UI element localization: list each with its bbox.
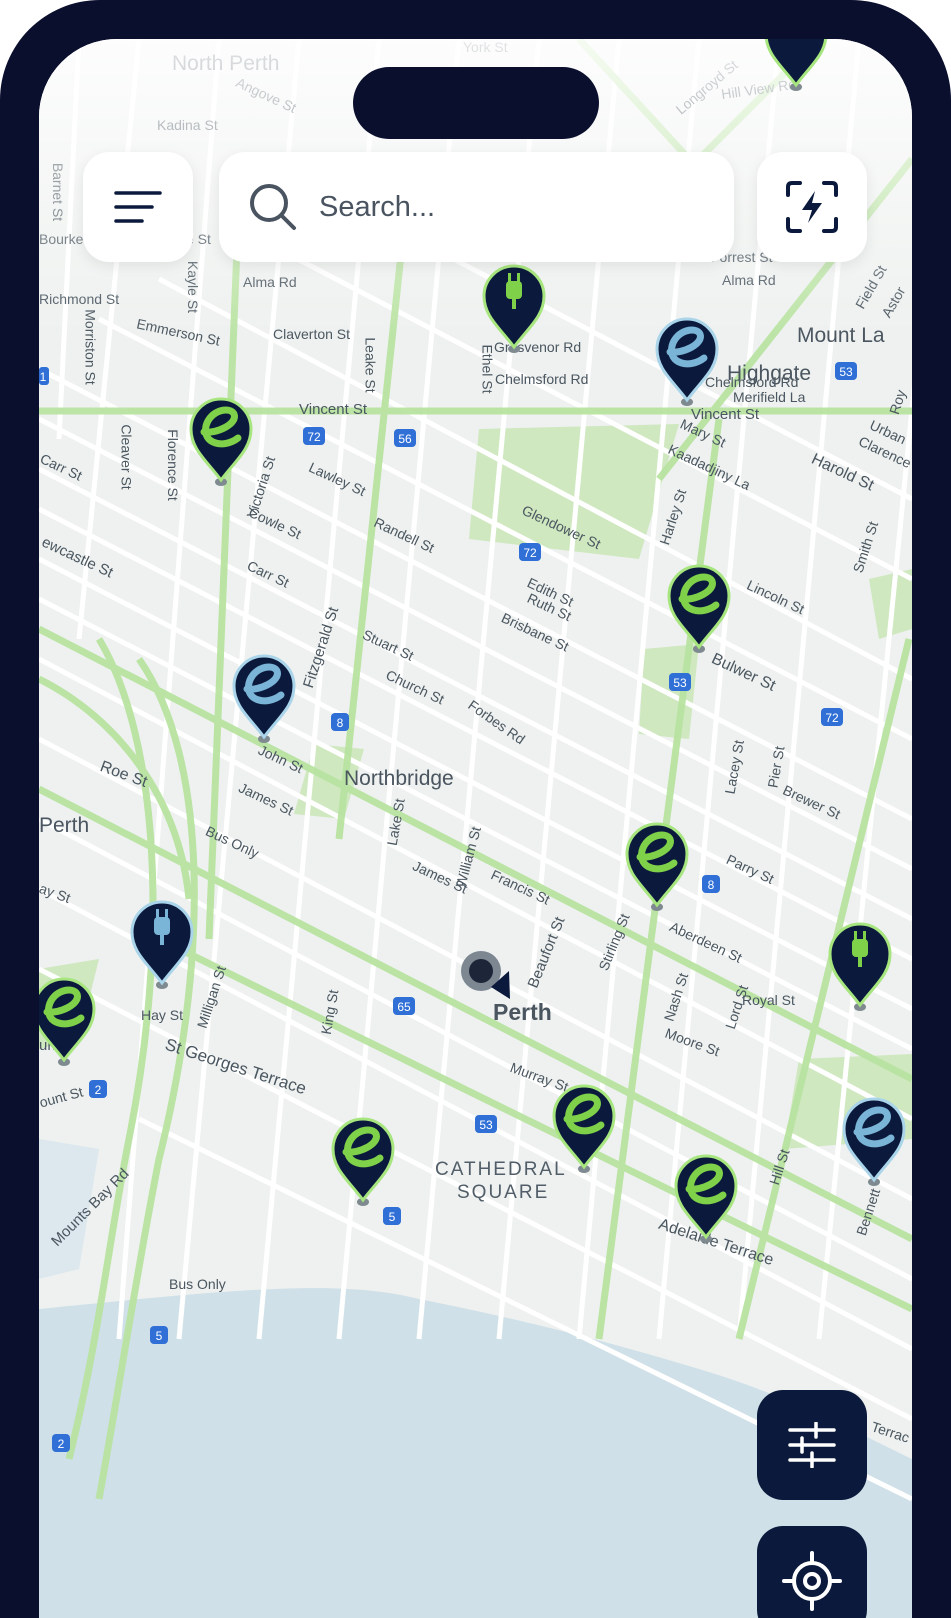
phone-frame: 72 56 72 53 53 72 8 8 65 53 5 5 2 2 1 No… xyxy=(0,0,951,1618)
charger-pin-e-green[interactable] xyxy=(328,1114,398,1214)
charger-pin-e-green[interactable] xyxy=(622,819,692,919)
map-screen[interactable]: 72 56 72 53 53 72 8 8 65 53 5 5 2 2 1 No… xyxy=(39,39,912,1618)
search-icon xyxy=(250,184,296,230)
charger-pin-e-green[interactable] xyxy=(186,394,256,494)
street-label: Bourke xyxy=(39,231,84,247)
street-label: Royal St xyxy=(742,992,795,1008)
street-label: Merifield La xyxy=(733,389,806,405)
street-label: Florence St xyxy=(164,429,181,501)
filter-button[interactable] xyxy=(757,1390,867,1500)
street-label: Alma Rd xyxy=(243,274,297,290)
place-north-perth: North Perth xyxy=(172,52,280,75)
svg-text:2: 2 xyxy=(58,1437,65,1451)
locate-me-button[interactable] xyxy=(757,1526,867,1618)
charger-pin-e-blue[interactable] xyxy=(229,651,299,751)
svg-text:53: 53 xyxy=(673,676,687,690)
place-square: SQUARE xyxy=(457,1182,550,1203)
street-label: Leake St xyxy=(362,337,379,393)
street-label: Barnet St xyxy=(50,162,67,222)
svg-text:72: 72 xyxy=(825,711,839,725)
charger-pin-e-blue[interactable] xyxy=(839,1094,909,1194)
svg-text:5: 5 xyxy=(156,1329,163,1343)
street-label: Kadina St xyxy=(157,117,218,133)
svg-text:72: 72 xyxy=(523,546,537,560)
svg-text:8: 8 xyxy=(337,716,344,730)
filter-sliders-icon xyxy=(788,1422,836,1468)
street-label: Vincent St xyxy=(299,401,368,418)
place-mount-lawley: Mount La xyxy=(797,324,885,347)
svg-text:8: 8 xyxy=(708,878,715,892)
charger-pin-e-green[interactable] xyxy=(671,1151,741,1251)
search-input[interactable] xyxy=(317,189,701,225)
dynamic-island xyxy=(353,67,599,139)
svg-text:65: 65 xyxy=(397,1000,411,1014)
place-perth-west: Perth xyxy=(39,814,90,837)
svg-text:72: 72 xyxy=(307,430,321,444)
street-label: Bus Only xyxy=(169,1276,226,1292)
svg-text:1: 1 xyxy=(40,370,47,384)
charger-pin-e-green[interactable] xyxy=(761,39,831,99)
menu-button[interactable] xyxy=(83,152,193,262)
charger-pin-e-green[interactable] xyxy=(39,974,99,1074)
scan-bolt-icon xyxy=(786,181,838,233)
street-label: York St xyxy=(463,39,508,55)
charger-pin-e-green[interactable] xyxy=(664,561,734,661)
scan-charger-button[interactable] xyxy=(757,152,867,262)
street-label: Cleaver St xyxy=(118,424,135,490)
svg-text:53: 53 xyxy=(479,1118,493,1132)
svg-text:2: 2 xyxy=(95,1083,102,1097)
place-northbridge: Northbridge xyxy=(344,767,454,790)
street-label: Morriston St xyxy=(82,309,99,385)
place-perth: Perth xyxy=(493,999,552,1025)
charger-pin-plug[interactable] xyxy=(825,919,895,1019)
search-bar[interactable] xyxy=(219,152,734,262)
hamburger-menu-icon xyxy=(114,191,162,223)
street-label: Richmond St xyxy=(39,291,120,307)
charger-pin-plug-blue[interactable] xyxy=(127,897,197,997)
street-label: Alma Rd xyxy=(722,272,776,288)
street-label: Claverton St xyxy=(273,326,351,342)
svg-text:56: 56 xyxy=(398,432,412,446)
street-label: Kayle St xyxy=(185,260,202,314)
charger-pin-e-blue[interactable] xyxy=(652,314,722,414)
street-label: Hay St xyxy=(141,1007,184,1023)
street-label: Chelmsford Rd xyxy=(495,371,589,387)
svg-text:53: 53 xyxy=(839,365,853,379)
place-cathedral: CATHEDRAL xyxy=(435,1159,567,1180)
crosshair-icon xyxy=(782,1551,842,1611)
charger-pin-plug[interactable] xyxy=(479,261,549,361)
charger-pin-e-green[interactable] xyxy=(549,1081,619,1181)
